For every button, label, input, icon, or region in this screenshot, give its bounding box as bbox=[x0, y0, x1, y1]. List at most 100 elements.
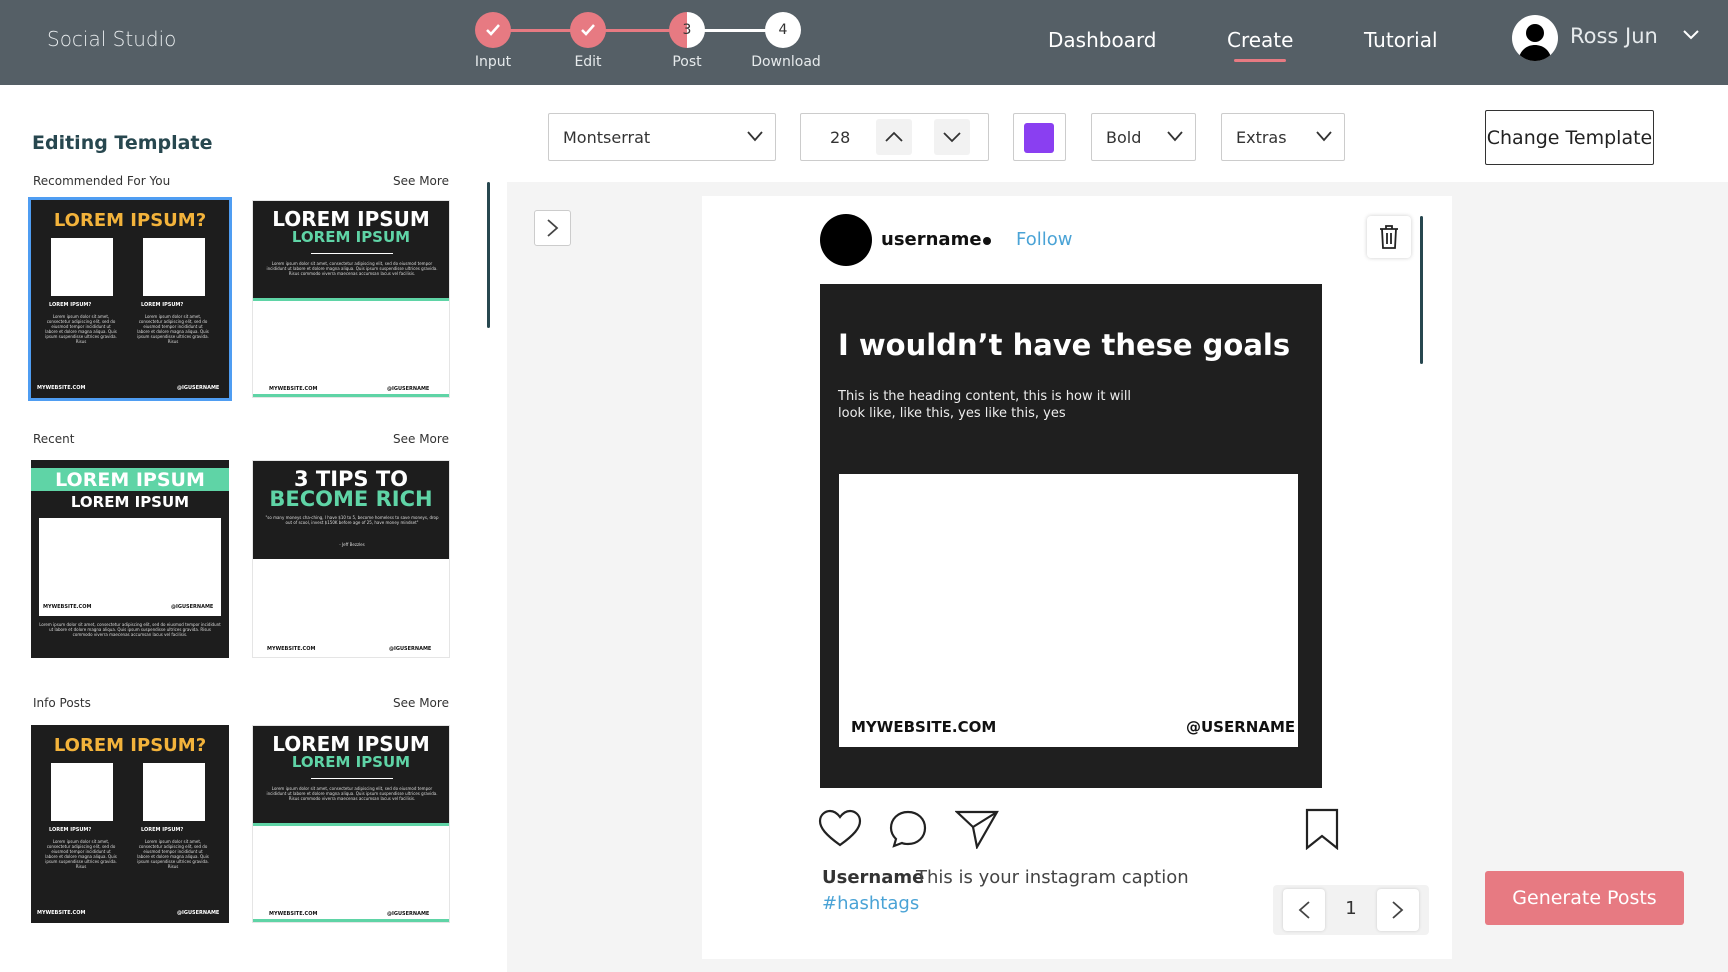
thumb-site: MYWEBSITE.COM bbox=[37, 910, 86, 916]
preview-scrollbar[interactable] bbox=[1420, 216, 1423, 364]
user-icon bbox=[1518, 24, 1552, 61]
thumb-handle: @IGUSERNAME bbox=[387, 911, 430, 917]
template-thumb-3[interactable]: LOREM IPSUM LOREM IPSUM MYWEBSITE.COM @I… bbox=[31, 460, 229, 658]
extras-select[interactable]: Extras bbox=[1221, 113, 1345, 161]
next-page-button[interactable] bbox=[1377, 889, 1419, 931]
step-download[interactable]: 4 bbox=[765, 12, 801, 48]
chevron-down-icon bbox=[747, 131, 763, 142]
thumb-site: MYWEBSITE.COM bbox=[267, 646, 316, 652]
thumb-subtitle: LOREM IPSUM? bbox=[141, 302, 184, 308]
nav-tutorial[interactable]: Tutorial bbox=[1364, 28, 1438, 52]
step-input-done[interactable] bbox=[475, 12, 511, 48]
step-edit-done[interactable] bbox=[570, 12, 606, 48]
post-heading[interactable]: I wouldn’t have these goals bbox=[838, 328, 1298, 362]
thumb-image-placeholder bbox=[143, 763, 205, 821]
post-handle[interactable]: @USERNAME bbox=[1186, 718, 1295, 736]
chevron-left-icon bbox=[1298, 901, 1310, 919]
template-thumb-4[interactable]: 3 TIPS TO BECOME RICH "so many moneys ch… bbox=[252, 460, 450, 658]
step-number: 3 bbox=[682, 22, 692, 38]
step-post-current[interactable]: 3 bbox=[669, 12, 705, 48]
see-more-link[interactable]: See More bbox=[393, 432, 449, 446]
size-down-button[interactable] bbox=[934, 119, 970, 155]
chevron-right-icon bbox=[546, 219, 558, 237]
font-size-stepper[interactable]: 28 bbox=[800, 113, 989, 161]
avatar[interactable] bbox=[1512, 15, 1558, 61]
section-recent: Recent bbox=[33, 432, 75, 446]
thumb-handle: @IGUSERNAME bbox=[171, 604, 214, 610]
preview-username: username bbox=[881, 229, 982, 250]
thumb-body: Lorem ipsum dolor sit amet, consectetur … bbox=[39, 622, 221, 637]
thumb-image-placeholder bbox=[51, 763, 113, 821]
sidebar-scrollbar[interactable] bbox=[487, 182, 490, 328]
post-website[interactable]: MYWEBSITE.COM bbox=[851, 718, 996, 736]
hashtags-text[interactable]: #hashtags bbox=[822, 893, 919, 914]
thumb-body: Lorem ipsum dolor sit amet, consectetur … bbox=[137, 314, 209, 344]
thumb-divider bbox=[311, 253, 393, 254]
size-up-button[interactable] bbox=[876, 119, 912, 155]
thumb-footer-line bbox=[253, 919, 449, 922]
caption-text[interactable]: This is your instagram caption bbox=[916, 867, 1189, 888]
heart-icon[interactable] bbox=[818, 809, 862, 849]
thumb-image-placeholder bbox=[51, 238, 113, 296]
template-thumb-6[interactable]: LOREM IPSUM LOREM IPSUM Lorem ipsum dolo… bbox=[252, 725, 450, 923]
trash-icon bbox=[1380, 225, 1398, 249]
brand-name[interactable]: Social Studio bbox=[47, 27, 176, 51]
thumb-footer-line bbox=[253, 394, 449, 397]
nav-dashboard[interactable]: Dashboard bbox=[1048, 28, 1157, 52]
post-image[interactable]: I wouldn’t have these goals This is the … bbox=[820, 284, 1322, 788]
thumb-subtitle: LOREM IPSUM bbox=[291, 228, 411, 246]
change-template-button[interactable]: Change Template bbox=[1485, 110, 1654, 165]
color-swatch bbox=[1024, 123, 1054, 153]
extras-value: Extras bbox=[1236, 128, 1287, 147]
page-number: 1 bbox=[1345, 898, 1357, 919]
prev-page-button[interactable] bbox=[1283, 889, 1325, 931]
thumb-subtitle: LOREM IPSUM? bbox=[141, 827, 184, 833]
delete-button[interactable] bbox=[1367, 216, 1411, 258]
step-label: Edit bbox=[574, 54, 602, 70]
thumb-subtitle: LOREM IPSUM? bbox=[49, 827, 92, 833]
template-thumb-5[interactable]: LOREM IPSUM? LOREM IPSUM? LOREM IPSUM? L… bbox=[31, 725, 229, 923]
weight-select[interactable]: Bold bbox=[1091, 113, 1196, 161]
font-select[interactable]: Montserrat bbox=[548, 113, 776, 161]
chevron-down-icon bbox=[1167, 131, 1183, 142]
thumb-handle: @IGUSERNAME bbox=[177, 385, 220, 391]
generate-posts-button[interactable]: Generate Posts bbox=[1485, 871, 1684, 925]
chevron-down-icon[interactable] bbox=[1682, 29, 1700, 41]
font-size-value: 28 bbox=[830, 128, 851, 147]
follow-link[interactable]: Follow bbox=[1016, 229, 1072, 250]
expand-sidebar-button[interactable] bbox=[534, 210, 571, 246]
color-picker[interactable] bbox=[1013, 113, 1066, 161]
thumb-divider bbox=[311, 778, 393, 779]
thumb-image-placeholder bbox=[143, 238, 205, 296]
thumb-site: MYWEBSITE.COM bbox=[269, 386, 318, 392]
user-name[interactable]: Ross Jun bbox=[1570, 24, 1658, 48]
thumb-title: LOREM IPSUM? bbox=[53, 210, 207, 231]
chevron-up-icon bbox=[885, 131, 903, 142]
thumb-title: LOREM IPSUM bbox=[55, 469, 205, 491]
step-number: 4 bbox=[778, 22, 788, 38]
step-label: Input bbox=[474, 54, 512, 70]
avatar bbox=[820, 214, 872, 266]
see-more-link[interactable]: See More bbox=[393, 174, 449, 188]
thumb-body: Lorem ipsum dolor sit amet, consectetur … bbox=[45, 314, 117, 344]
template-thumb-1[interactable]: LOREM IPSUM? LOREM IPSUM? LOREM IPSUM? L… bbox=[28, 197, 232, 401]
comment-icon[interactable] bbox=[888, 809, 928, 849]
thumb-subtitle: LOREM IPSUM bbox=[70, 493, 190, 511]
thumb-body: Lorem ipsum dolor sit amet, consectetur … bbox=[266, 261, 438, 276]
step-label: Download bbox=[751, 54, 821, 70]
thumb-subtitle: BECOME RICH bbox=[269, 487, 433, 511]
pagination: 1 bbox=[1273, 885, 1429, 935]
bookmark-icon[interactable] bbox=[1304, 808, 1340, 850]
template-thumb-2[interactable]: LOREM IPSUM LOREM IPSUM Lorem ipsum dolo… bbox=[252, 200, 450, 398]
nav-create[interactable]: Create bbox=[1227, 28, 1293, 62]
thumb-body: Lorem ipsum dolor sit amet, consectetur … bbox=[137, 839, 209, 869]
post-image-placeholder[interactable] bbox=[839, 474, 1298, 747]
see-more-link[interactable]: See More bbox=[393, 696, 449, 710]
caption-username: Username bbox=[822, 867, 925, 888]
post-body[interactable]: This is the heading content, this is how… bbox=[838, 388, 1158, 422]
thumb-quote: "so many moneys cha-ching, I have $10 to… bbox=[265, 515, 439, 525]
thumb-image-placeholder bbox=[39, 518, 221, 616]
chevron-down-icon bbox=[943, 132, 961, 143]
weight-value: Bold bbox=[1106, 128, 1142, 147]
share-icon[interactable] bbox=[955, 809, 999, 849]
